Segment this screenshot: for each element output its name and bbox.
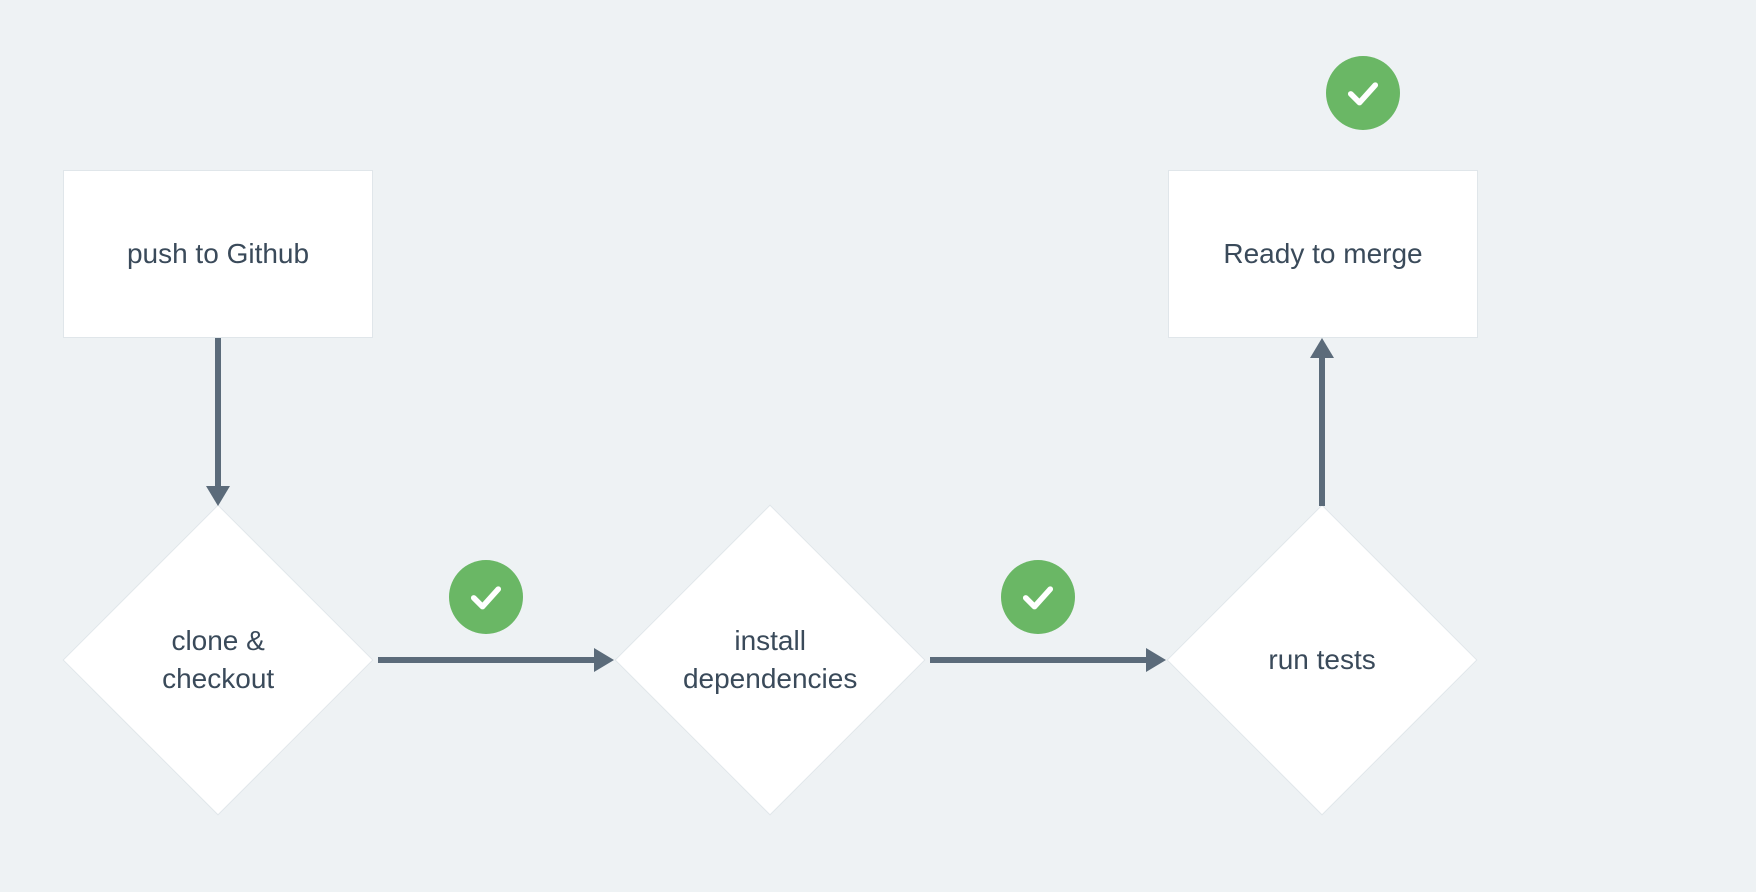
check-icon <box>1342 72 1384 114</box>
node-clone: clone & checkout <box>62 504 373 815</box>
edge-clone-to-deps <box>378 640 614 680</box>
node-label: Ready to merge <box>1223 235 1422 273</box>
node-tests: run tests <box>1166 504 1477 815</box>
status-badge-tests-to-ready <box>1326 56 1400 130</box>
status-badge-clone-to-deps <box>449 560 523 634</box>
check-icon <box>1017 576 1059 618</box>
node-label: install dependencies <box>673 622 867 698</box>
node-label: clone & checkout <box>121 622 315 698</box>
node-deps: install dependencies <box>614 504 925 815</box>
edge-push-to-clone <box>198 338 238 506</box>
node-push: push to Github <box>63 170 373 338</box>
node-ready: Ready to merge <box>1168 170 1478 338</box>
node-label: run tests <box>1225 641 1419 679</box>
edge-deps-to-tests <box>930 640 1166 680</box>
status-badge-deps-to-tests <box>1001 560 1075 634</box>
check-icon <box>465 576 507 618</box>
flow-diagram: push to Github Ready to merge clone & ch… <box>0 0 1756 892</box>
node-label: push to Github <box>127 235 309 273</box>
edge-tests-to-ready <box>1302 338 1342 506</box>
